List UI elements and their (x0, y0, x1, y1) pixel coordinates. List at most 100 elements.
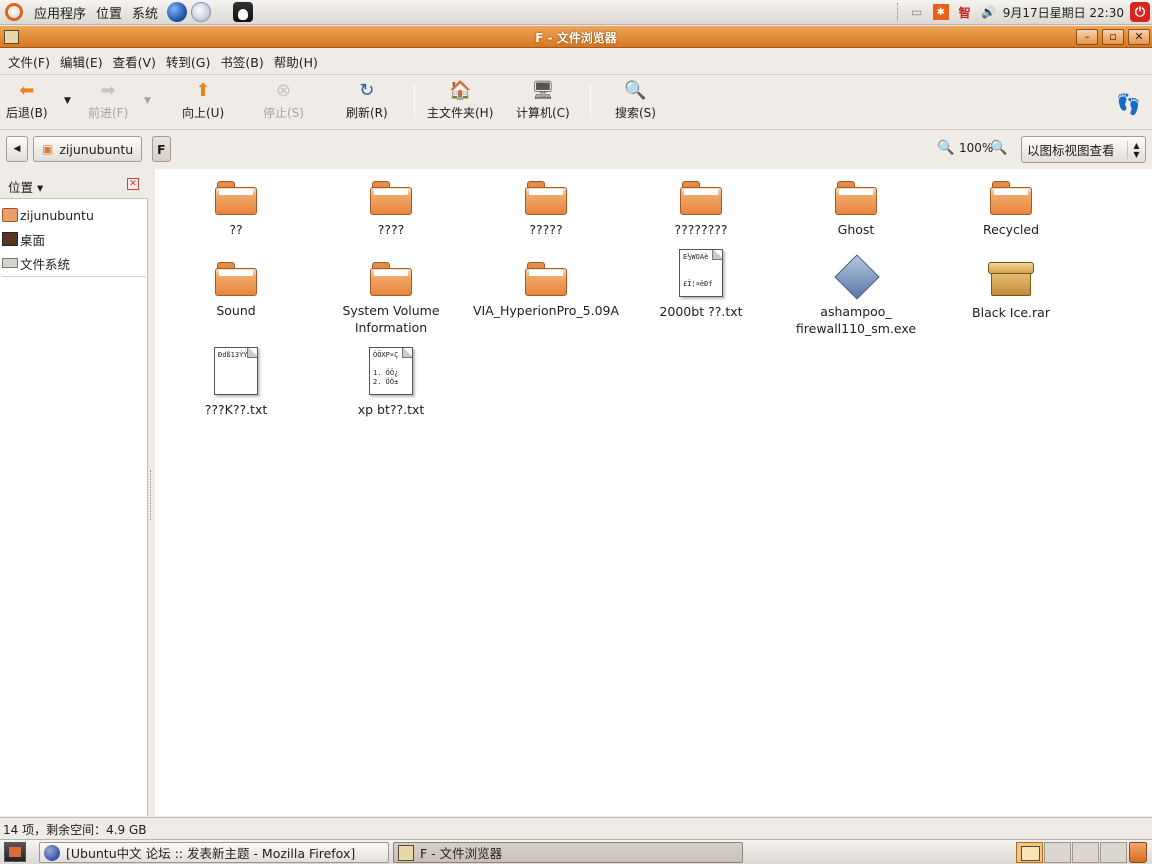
file-item[interactable]: ?? (161, 173, 311, 238)
clock[interactable]: 9月17日星期日 22:30 (1003, 4, 1124, 21)
task-firefox[interactable]: [Ubuntu中文 论坛 :: 发表新主题 - Mozilla Firefox] (39, 842, 389, 863)
file-item[interactable]: VIA_HyperionPro_5.09A (471, 254, 621, 319)
home-button[interactable]: 🏠 主文件夹(H) (427, 78, 493, 126)
system-tray: ▭ ✱ 智 🔊 9月17日星期日 22:30 ⏻ (891, 0, 1152, 25)
menu-view[interactable]: 查看(V) (108, 52, 161, 71)
workspace-1[interactable] (1016, 842, 1043, 863)
file-name: ???????? (674, 222, 728, 237)
menu-go[interactable]: 转到(G) (161, 52, 215, 71)
toolbar-separator (590, 84, 591, 118)
text-file-icon: Ðdß13ÝÝ (214, 347, 258, 395)
task-file-browser[interactable]: F - 文件浏览器 (393, 842, 743, 863)
up-button[interactable]: ⬆ 向上(U) (182, 78, 224, 126)
menu-places[interactable]: 位置 (91, 3, 127, 22)
printer-icon[interactable]: ▭ (909, 4, 925, 20)
file-item[interactable]: ÖÕXP×Ç 1. ÖÖ¿ 2. ÖÖ± xp bt??.txt (316, 347, 466, 418)
volume-icon[interactable]: 🔊 (981, 4, 997, 20)
spinner-arrows-icon: ▲ ▼ (1127, 140, 1145, 159)
crumb-current[interactable]: F (152, 136, 171, 162)
reload-button[interactable]: ↻ 刷新(R) (346, 78, 388, 126)
power-icon[interactable]: ⏻ (1130, 2, 1150, 22)
status-text: 14 项，剩余空间：4.9 GB (3, 823, 147, 837)
icon-view[interactable]: ?? ???? ????? ???????? Ghost Recycled So… (155, 169, 1152, 816)
sidebar: 位置 ▾ ✕ zijunubuntu 桌面 文件系统 (0, 169, 148, 816)
forward-label: 前进(F) (88, 106, 129, 120)
firefox-globe-icon[interactable] (167, 2, 188, 22)
text-preview-line: 2. ÖÖ± (373, 378, 399, 386)
show-desktop-icon[interactable] (4, 842, 26, 862)
arrow-right-icon: ➡ (100, 79, 116, 101)
file-item[interactable]: ashampoo_ firewall110_sm.exe (781, 253, 931, 337)
file-name: xp bt??.txt (357, 402, 425, 417)
text-preview-line: £Ï¦¤ëÐf (683, 280, 713, 288)
view-mode-select[interactable]: 以图标视图查看 ▲ ▼ (1021, 136, 1146, 163)
close-button[interactable]: ✕ (1128, 29, 1150, 45)
ubuntu-logo-icon[interactable] (5, 3, 23, 21)
file-item[interactable]: Ghost (781, 173, 931, 238)
arrow-up-icon: ⬆ (195, 79, 211, 101)
sidebar-header: 位置 ▾ ✕ (0, 169, 148, 199)
sidebar-close-icon[interactable]: ✕ (127, 178, 139, 190)
file-item[interactable]: ???? (316, 173, 466, 238)
zoom-in-icon[interactable]: 🔍 (990, 140, 1007, 156)
menu-applications[interactable]: 应用程序 (29, 3, 91, 22)
reload-icon: ↻ (359, 79, 375, 101)
menu-file[interactable]: 文件(F) (3, 52, 55, 71)
tux-icon[interactable] (233, 2, 254, 22)
home-folder-icon (2, 208, 18, 222)
menu-system[interactable]: 系统 (127, 3, 163, 22)
sidebar-item-desktop[interactable]: 桌面 (0, 227, 148, 251)
top-panel: 应用程序 位置 系统 ▭ ✱ 智 🔊 9月17日星期日 22:30 ⏻ (0, 0, 1152, 25)
crumb-scroll-left-button[interactable]: ◀ (6, 136, 28, 162)
crumb-home-label: zijunubuntu (59, 141, 134, 157)
file-name: ashampoo_ firewall110_sm.exe (795, 304, 917, 336)
file-item[interactable]: Sound (161, 254, 311, 319)
workspace-2[interactable] (1044, 842, 1071, 863)
arrow-left-icon: ⬅ (19, 79, 35, 101)
sidebar-type-select[interactable]: 位置 ▾ (8, 177, 43, 196)
file-item[interactable]: ???????? (626, 173, 776, 238)
folder-icon (835, 181, 877, 215)
file-item[interactable]: System Volume Information (316, 254, 466, 336)
search-button[interactable]: 🔍 搜索(S) (615, 78, 656, 126)
menubar: 文件(F) 编辑(E) 查看(V) 转到(G) 书签(B) 帮助(H) (0, 49, 1152, 73)
window-titlebar[interactable]: F - 文件浏览器 – ▫ ✕ (0, 26, 1152, 48)
menu-help[interactable]: 帮助(H) (269, 52, 323, 71)
menu-bookmarks[interactable]: 书签(B) (215, 52, 268, 71)
back-button[interactable]: ⬅ 后退(B) (6, 78, 48, 126)
file-item[interactable]: ????? (471, 173, 621, 238)
view-mode-label: 以图标视图查看 (1027, 143, 1115, 158)
forward-history-dropdown[interactable]: ▼ (144, 96, 151, 106)
status-bar: 14 项，剩余空间：4.9 GB (0, 817, 1152, 838)
update-icon[interactable]: ✱ (932, 4, 949, 20)
trash-icon[interactable] (1129, 842, 1147, 863)
computer-button[interactable]: 🖥 计算机(C) (516, 78, 570, 126)
workspace-3[interactable] (1072, 842, 1099, 863)
workspace-4[interactable] (1100, 842, 1127, 863)
file-item[interactable]: Black Ice.rar (936, 254, 1086, 321)
forward-button[interactable]: ➡ 前进(F) (88, 78, 128, 126)
file-item[interactable]: Recycled (936, 173, 1086, 238)
file-item[interactable]: E½WOÁè £Ï¦¤ëÐf 2000bt ??.txt (626, 249, 776, 320)
file-name: ???K??.txt (204, 402, 268, 417)
sidebar-item-filesystem[interactable]: 文件系统 (0, 251, 148, 275)
zoom-out-icon[interactable]: 🔍 (937, 140, 954, 156)
minimize-button[interactable]: – (1076, 29, 1098, 45)
crumb-home[interactable]: ▣ zijunubuntu (33, 136, 143, 162)
maximize-button[interactable]: ▫ (1102, 29, 1124, 45)
mail-icon[interactable] (191, 2, 212, 22)
back-label: 后退(B) (6, 106, 48, 120)
zoom-level[interactable]: 100% (959, 141, 993, 155)
sidebar-item-label: zijunubuntu (20, 207, 94, 223)
menu-edit[interactable]: 编辑(E) (55, 52, 108, 71)
text-preview-line (683, 271, 719, 280)
task-label: F - 文件浏览器 (420, 846, 503, 861)
file-item[interactable]: Ðdß13ÝÝ ???K??.txt (161, 347, 311, 418)
search-label: 搜索(S) (615, 106, 656, 120)
toolbar-separator (414, 84, 415, 118)
sidebar-item-home[interactable]: zijunubuntu (0, 203, 148, 227)
file-name: VIA_HyperionPro_5.09A (472, 303, 620, 318)
stop-button[interactable]: ⊗ 停止(S) (263, 78, 304, 126)
input-method-icon[interactable]: 智 (957, 4, 973, 20)
back-history-dropdown[interactable]: ▼ (64, 96, 71, 106)
